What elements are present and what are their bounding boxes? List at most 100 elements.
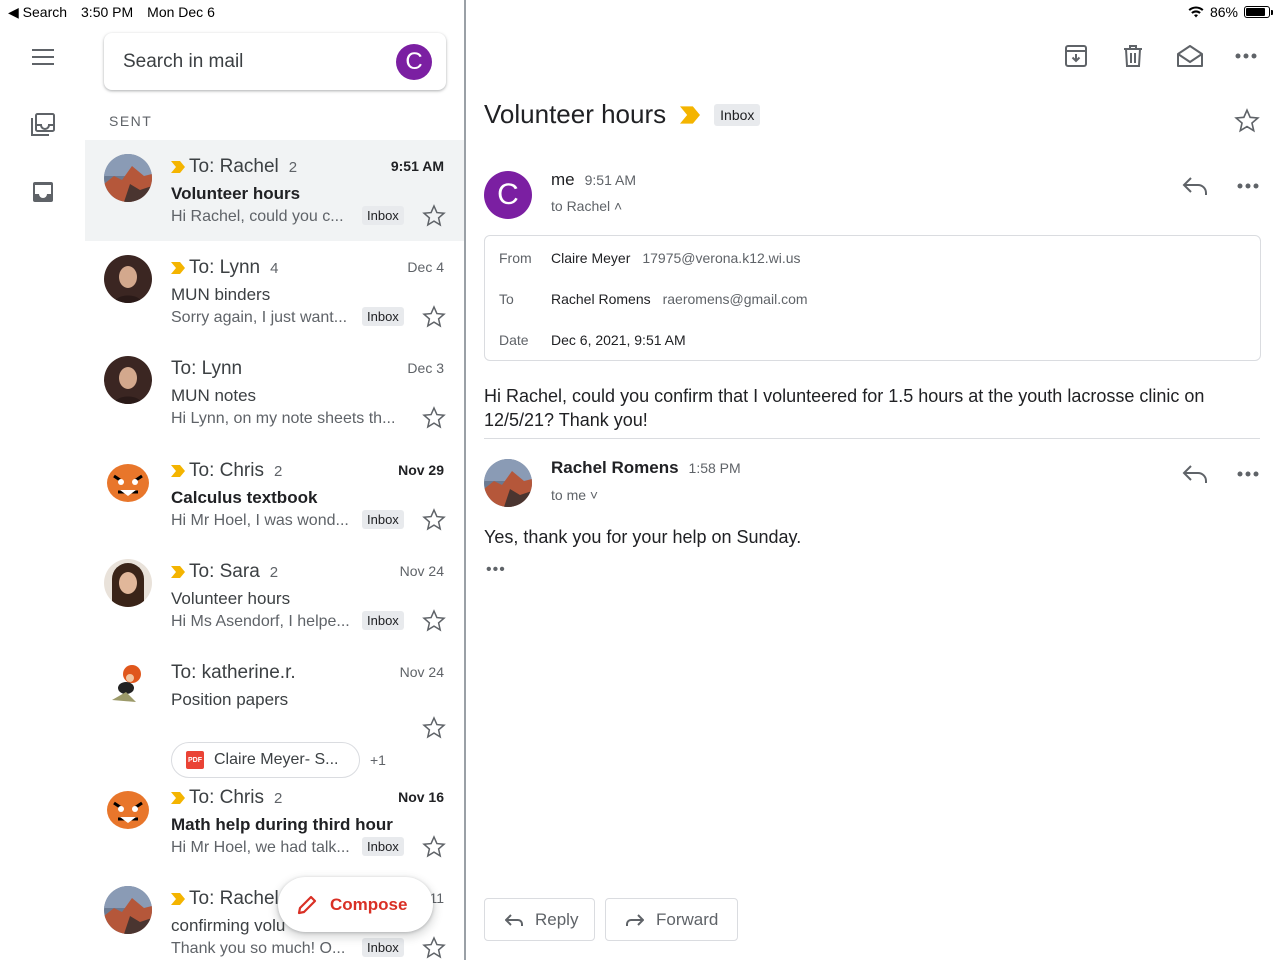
row-recipient: To: Chris 2 — [171, 460, 282, 482]
important-marker-icon[interactable] — [680, 105, 701, 124]
list-item[interactable]: To: Lynn 4 Dec 4 MUN binders Sorry again… — [85, 241, 464, 342]
list-item[interactable]: To: Sara 2 Nov 24 Volunteer hours Hi Ms … — [85, 545, 464, 646]
all-inboxes-icon[interactable] — [28, 110, 58, 140]
recipient-text: To: Chris — [189, 787, 264, 808]
status-time: 3:50 PM — [81, 4, 134, 20]
forward-button[interactable]: Forward — [605, 898, 738, 941]
row-date: Dec 4 — [407, 259, 444, 275]
row-snippet: Sorry again, I just want... — [171, 309, 348, 326]
more-options-icon[interactable] — [1236, 462, 1260, 486]
row-subject: Math help during third hour — [171, 815, 393, 834]
thread-count: 2 — [273, 789, 283, 807]
inbox-label[interactable]: Inbox — [714, 103, 761, 126]
message-time: 1:58 PM — [688, 460, 741, 476]
show-trimmed-content[interactable]: ••• — [486, 561, 506, 579]
list-item[interactable]: To: Chris 2 Nov 16 Math help during thir… — [85, 771, 464, 872]
list-item[interactable]: To: Lynn Dec 3 MUN notes Hi Lynn, on my … — [85, 342, 464, 443]
thread-subject: Volunteer hours Inbox — [484, 99, 761, 130]
sender-avatar: C — [484, 171, 532, 219]
important-marker-icon[interactable] — [171, 792, 185, 804]
to-email[interactable]: raeromens@gmail.com — [663, 291, 808, 307]
avatar — [104, 154, 152, 202]
star-icon[interactable] — [1234, 108, 1260, 134]
thread-count: 2 — [273, 462, 283, 480]
row-recipient: To: katherine.r. — [171, 662, 296, 684]
message-list: Search in mail C SENT To: Rachel 2 9:51 … — [85, 24, 464, 960]
message-sender: Rachel Romens 1:58 PM — [551, 458, 741, 478]
row-date: Nov 16 — [398, 789, 444, 805]
reply-icon[interactable] — [1182, 174, 1208, 198]
row-subject: Volunteer hours — [171, 589, 291, 608]
recipient-text: To: Chris — [189, 460, 264, 481]
list-item[interactable]: To: Rachel 2 9:51 AM Volunteer hours Hi … — [85, 140, 464, 241]
account-avatar[interactable]: C — [396, 44, 432, 80]
star-icon[interactable] — [422, 609, 446, 633]
row-recipient: To: Lynn — [171, 358, 242, 380]
row-subject: Volunteer hours — [171, 184, 301, 203]
star-icon[interactable] — [422, 716, 446, 740]
inbox-label: Inbox — [362, 837, 404, 856]
reading-pane: Volunteer hours Inbox C me 9:51 AM to Rac… — [466, 24, 1280, 960]
compose-button[interactable]: Compose — [278, 877, 433, 932]
avatar — [104, 356, 152, 404]
star-icon[interactable] — [422, 305, 446, 329]
star-icon[interactable] — [422, 508, 446, 532]
reply-label: Reply — [535, 909, 579, 929]
important-marker-icon[interactable] — [171, 465, 185, 477]
reply-icon[interactable] — [1182, 462, 1208, 486]
inbox-label: Inbox — [362, 938, 404, 957]
list-item[interactable]: To: Chris 2 Nov 29 Calculus textbook Hi … — [85, 444, 464, 545]
row-snippet: Hi Ms Asendorf, I helpe... — [171, 613, 350, 630]
inbox-label: Inbox — [362, 510, 404, 529]
star-icon[interactable] — [422, 204, 446, 228]
delete-icon[interactable] — [1119, 42, 1147, 70]
more-options-icon[interactable] — [1232, 42, 1260, 70]
row-date: Nov 29 — [398, 462, 444, 478]
inbox-label: Inbox — [362, 206, 404, 225]
archive-icon[interactable] — [1062, 42, 1090, 70]
message-body: Hi Rachel, could you confirm that I volu… — [484, 386, 1205, 430]
status-date: Mon Dec 6 — [147, 4, 215, 20]
sender-name: me — [551, 170, 575, 189]
list-item[interactable]: To: katherine.r. Nov 24 Position papers … — [85, 646, 464, 786]
mark-unread-icon[interactable] — [1176, 42, 1204, 70]
row-recipient: To: Rachel 2 — [171, 156, 297, 178]
pdf-icon: PDF — [186, 751, 204, 769]
recipients-toggle[interactable]: to me ˅ — [551, 487, 598, 503]
row-recipient: To: Chris 2 — [171, 787, 282, 809]
row-date: 9:51 AM — [390, 158, 444, 174]
to-name: Rachel Romens — [551, 291, 651, 307]
row-subject: MUN binders — [171, 285, 271, 304]
search-input[interactable]: Search in mail — [123, 51, 243, 73]
important-marker-icon[interactable] — [171, 893, 185, 905]
recipients-toggle[interactable]: to Rachel ˄ — [551, 198, 622, 214]
more-attachments-count: +1 — [370, 752, 386, 768]
important-marker-icon[interactable] — [171, 566, 185, 578]
back-to-search-link[interactable]: ◀ Search — [8, 4, 67, 21]
folder-label: SENT — [109, 113, 153, 129]
inbox-icon[interactable] — [28, 177, 58, 207]
row-snippet: Hi Rachel, could you c... — [171, 208, 344, 225]
from-key: From — [499, 250, 532, 266]
important-marker-icon[interactable] — [171, 161, 185, 173]
search-bar[interactable]: Search in mail C — [104, 33, 446, 90]
sender-name: Rachel Romens — [551, 458, 679, 477]
reply-button[interactable]: Reply — [484, 898, 595, 941]
recipient-text: To: katherine.r. — [171, 662, 296, 683]
compose-label: Compose — [330, 894, 408, 914]
inbox-label: Inbox — [362, 611, 404, 630]
more-options-icon[interactable] — [1236, 174, 1260, 198]
important-marker-icon[interactable] — [171, 262, 185, 274]
inbox-label: Inbox — [362, 307, 404, 326]
avatar — [104, 458, 152, 506]
row-snippet: Thank you so much! O... — [171, 940, 346, 957]
battery-icon — [1244, 6, 1273, 18]
avatar — [104, 886, 152, 934]
star-icon[interactable] — [422, 835, 446, 859]
menu-icon[interactable] — [28, 42, 58, 72]
avatar — [104, 785, 152, 833]
row-recipient: To: Lynn 4 — [171, 257, 278, 279]
from-email[interactable]: 17975@verona.k12.wi.us — [642, 250, 800, 266]
star-icon[interactable] — [422, 936, 446, 960]
star-icon[interactable] — [422, 406, 446, 430]
